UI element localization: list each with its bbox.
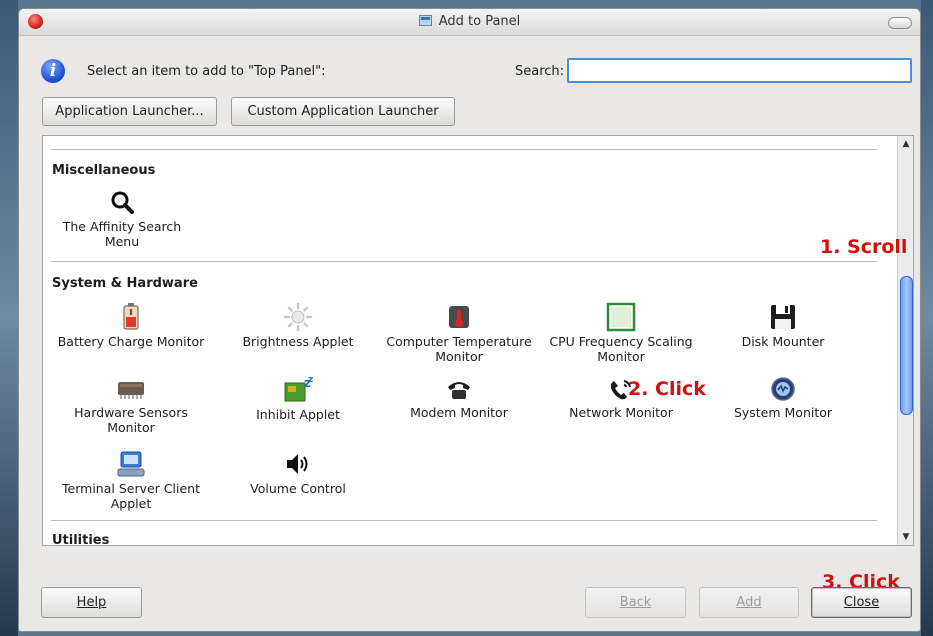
applet-list[interactable]: Miscellaneous The Affinity Search Menu S… bbox=[42, 135, 914, 546]
separator bbox=[51, 261, 877, 262]
title-bar: Add to Panel bbox=[19, 9, 920, 36]
svg-text:z: z bbox=[308, 375, 313, 385]
thermometer-icon bbox=[449, 306, 469, 328]
custom-application-launcher-button[interactable]: Custom Application Launcher bbox=[231, 97, 455, 126]
scrollbar-thumb[interactable] bbox=[900, 276, 913, 415]
annotation-scroll: 1. Scroll bbox=[820, 236, 908, 258]
help-button[interactable]: Help bbox=[41, 587, 142, 618]
modem-icon bbox=[448, 382, 470, 399]
application-launcher-button[interactable]: Application Launcher... bbox=[42, 97, 217, 126]
item-label: The Affinity Search Menu bbox=[62, 219, 182, 249]
item-label: Brightness Applet bbox=[242, 334, 354, 349]
back-button-label: Back bbox=[619, 595, 652, 610]
add-button[interactable]: Add bbox=[699, 587, 799, 618]
close-button-label: Close bbox=[843, 595, 880, 610]
chip-icon bbox=[118, 382, 144, 399]
item-modem-monitor[interactable]: Modem Monitor bbox=[384, 375, 534, 420]
vertical-scrollbar[interactable]: ▲ ▼ bbox=[897, 136, 913, 545]
category-system-hardware: System & Hardware bbox=[52, 276, 198, 291]
window-title: Add to Panel bbox=[19, 14, 920, 29]
brightness-icon bbox=[283, 302, 313, 332]
panel-app-icon bbox=[418, 15, 432, 26]
item-hardware-sensors-monitor[interactable]: Hardware Sensors Monitor bbox=[56, 375, 206, 435]
info-icon: i bbox=[41, 59, 65, 83]
item-terminal-server-client-applet[interactable]: Terminal Server Client Applet bbox=[56, 449, 206, 511]
item-label: Hardware Sensors Monitor bbox=[74, 405, 188, 435]
inhibit-icon: z z bbox=[284, 375, 313, 402]
terminal-server-icon bbox=[117, 451, 145, 477]
category-utilities: Utilities bbox=[52, 533, 110, 546]
category-miscellaneous: Miscellaneous bbox=[52, 163, 156, 178]
item-label: System Monitor bbox=[733, 405, 833, 420]
item-label: CPU Frequency Scaling Monitor bbox=[549, 334, 693, 364]
item-label: Modem Monitor bbox=[410, 405, 508, 420]
separator bbox=[51, 149, 877, 150]
desktop-background-left bbox=[0, 0, 18, 636]
item-disk-mounter[interactable]: Disk Mounter bbox=[708, 302, 858, 349]
item-label: Disk Mounter bbox=[741, 334, 825, 349]
item-cpu-frequency-scaling-monitor[interactable]: CPU Frequency Scaling Monitor bbox=[546, 302, 696, 364]
item-label: Battery Charge Monitor bbox=[57, 334, 205, 349]
add-button-label: Add bbox=[736, 595, 762, 610]
close-button[interactable]: Close bbox=[811, 587, 912, 618]
speaker-icon bbox=[287, 454, 308, 474]
item-computer-temperature-monitor[interactable]: Computer Temperature Monitor bbox=[384, 302, 534, 364]
item-system-monitor[interactable]: System Monitor bbox=[708, 375, 858, 420]
item-label: Terminal Server Client Applet bbox=[62, 481, 200, 511]
desktop-background-right bbox=[921, 0, 933, 636]
annotation-click-network: 2. Click bbox=[628, 378, 706, 400]
scroll-up-arrow-icon[interactable]: ▲ bbox=[899, 137, 913, 151]
item-label: Inhibit Applet bbox=[256, 407, 340, 422]
battery-icon bbox=[123, 303, 139, 330]
item-label: Computer Temperature Monitor bbox=[386, 334, 532, 364]
item-affinity-search-menu[interactable]: The Affinity Search Menu bbox=[52, 189, 192, 249]
system-monitor-icon bbox=[771, 377, 795, 401]
help-button-label: Help bbox=[76, 595, 107, 610]
add-to-panel-dialog: Add to Panel i Select an item to add to … bbox=[18, 8, 921, 632]
back-button[interactable]: Back bbox=[585, 587, 686, 618]
item-battery-charge-monitor[interactable]: Battery Charge Monitor bbox=[56, 302, 206, 349]
separator bbox=[51, 520, 877, 521]
search-label: Search: bbox=[515, 64, 565, 79]
prompt-label: Select an item to add to "Top Panel": bbox=[87, 64, 326, 79]
window-maximize-icon[interactable] bbox=[888, 17, 912, 29]
search-input[interactable] bbox=[567, 58, 912, 83]
item-label: Volume Control bbox=[250, 481, 346, 496]
floppy-disk-icon bbox=[771, 305, 795, 329]
item-volume-control[interactable]: Volume Control bbox=[223, 449, 373, 496]
item-inhibit-applet[interactable]: z z Inhibit Applet bbox=[223, 375, 373, 422]
window-title-text: Add to Panel bbox=[438, 14, 521, 29]
item-brightness-applet[interactable]: Brightness Applet bbox=[223, 302, 373, 349]
item-label: Network Monitor bbox=[569, 405, 673, 420]
cpu-frequency-icon bbox=[606, 302, 636, 332]
magnifier-icon bbox=[111, 191, 134, 214]
scroll-down-arrow-icon[interactable]: ▼ bbox=[899, 530, 913, 544]
